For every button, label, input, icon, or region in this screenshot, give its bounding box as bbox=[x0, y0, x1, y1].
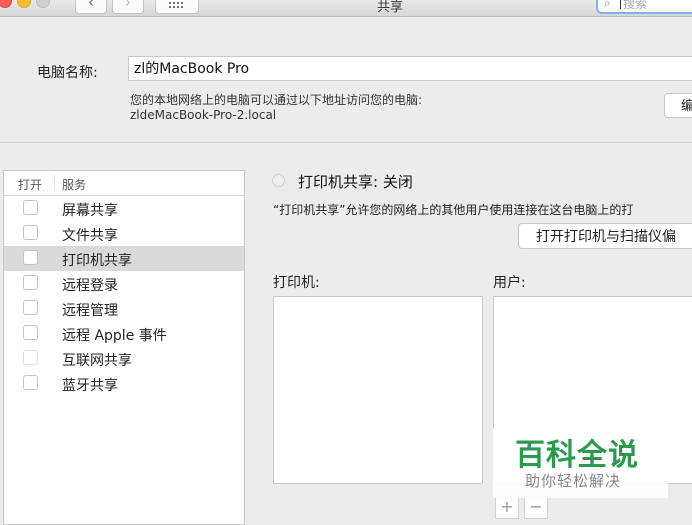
show-all-button[interactable] bbox=[155, 0, 199, 14]
service-checkbox[interactable] bbox=[23, 275, 38, 290]
watermark: 百科全说 助你轻松解决 bbox=[493, 428, 668, 498]
service-label: 文件共享 bbox=[62, 228, 118, 244]
service-row-bluetooth-sharing[interactable]: 蓝牙共享 bbox=[4, 371, 244, 396]
users-label: 用户: bbox=[493, 275, 526, 291]
service-row-file-sharing[interactable]: 文件共享 bbox=[4, 221, 244, 246]
printers-list[interactable] bbox=[273, 296, 483, 484]
column-divider bbox=[54, 175, 55, 191]
column-header-service[interactable]: 服务 bbox=[62, 176, 86, 193]
back-button[interactable]: ‹ bbox=[75, 0, 107, 14]
edit-button[interactable]: 编 bbox=[664, 93, 692, 118]
service-checkbox[interactable] bbox=[23, 325, 38, 340]
title-bar: ‹ › 共享 ⌕ 搜索 bbox=[0, 0, 692, 17]
service-label: 远程 Apple 事件 bbox=[62, 328, 167, 344]
service-row-internet-sharing[interactable]: 互联网共享 bbox=[4, 346, 244, 371]
open-printers-scanners-button[interactable]: 打开打印机与扫描仪偏 bbox=[518, 223, 692, 249]
zoom-window-button[interactable] bbox=[36, 0, 50, 8]
service-checkbox[interactable] bbox=[23, 350, 38, 365]
search-placeholder: 搜索 bbox=[623, 0, 648, 11]
watermark-title: 百科全说 bbox=[515, 438, 639, 473]
service-row-remote-management[interactable]: 远程管理 bbox=[4, 296, 244, 321]
service-checkbox[interactable] bbox=[23, 200, 38, 215]
local-address: zldeMacBook-Pro-2.local bbox=[130, 108, 277, 122]
service-label: 打印机共享 bbox=[62, 253, 132, 269]
search-field[interactable]: ⌕ 搜索 bbox=[596, 0, 692, 14]
service-description: “打印机共享”允许您的网络上的其他用户使用连接在这台电脑上的打 bbox=[273, 203, 634, 217]
close-window-button[interactable] bbox=[0, 0, 12, 8]
computer-name-label: 电脑名称: bbox=[37, 65, 98, 81]
status-indicator-icon bbox=[272, 174, 285, 187]
grid-icon bbox=[169, 2, 183, 8]
window-title: 共享 bbox=[376, 0, 403, 15]
service-list: 打开 服务 屏幕共享 文件共享 打印机共享 远程登录 远程管理 远程 Apple… bbox=[3, 170, 245, 525]
service-label: 屏幕共享 bbox=[62, 203, 118, 219]
minimize-window-button[interactable] bbox=[17, 0, 31, 8]
service-row-screen-sharing[interactable]: 屏幕共享 bbox=[4, 196, 244, 221]
service-checkbox[interactable] bbox=[23, 300, 38, 315]
text-caret bbox=[620, 0, 621, 9]
service-checkbox[interactable] bbox=[23, 225, 38, 240]
service-label: 互联网共享 bbox=[62, 353, 132, 369]
remove-user-button[interactable]: − bbox=[524, 497, 548, 519]
service-label: 远程登录 bbox=[62, 278, 118, 294]
service-row-remote-apple-events[interactable]: 远程 Apple 事件 bbox=[4, 321, 244, 346]
sharing-status: 打印机共享: 关闭 bbox=[298, 173, 413, 191]
search-icon: ⌕ bbox=[604, 0, 611, 10]
service-label: 远程管理 bbox=[62, 303, 118, 319]
service-list-header: 打开 服务 bbox=[4, 171, 244, 196]
watermark-subtitle: 助你轻松解决 bbox=[525, 472, 622, 490]
service-row-printer-sharing[interactable]: 打印机共享 bbox=[4, 246, 244, 271]
service-label: 蓝牙共享 bbox=[62, 378, 118, 394]
service-checkbox[interactable] bbox=[23, 250, 38, 265]
service-checkbox[interactable] bbox=[23, 375, 38, 390]
add-user-button[interactable]: + bbox=[495, 497, 519, 519]
service-row-remote-login[interactable]: 远程登录 bbox=[4, 271, 244, 296]
address-note: 您的本地网络上的电脑可以通过以下地址访问您的电脑: bbox=[130, 93, 423, 107]
column-header-open[interactable]: 打开 bbox=[18, 176, 42, 193]
forward-button[interactable]: › bbox=[112, 0, 144, 14]
printers-label: 打印机: bbox=[273, 275, 320, 291]
computer-name-input[interactable]: zl的MacBook Pro bbox=[128, 56, 692, 81]
